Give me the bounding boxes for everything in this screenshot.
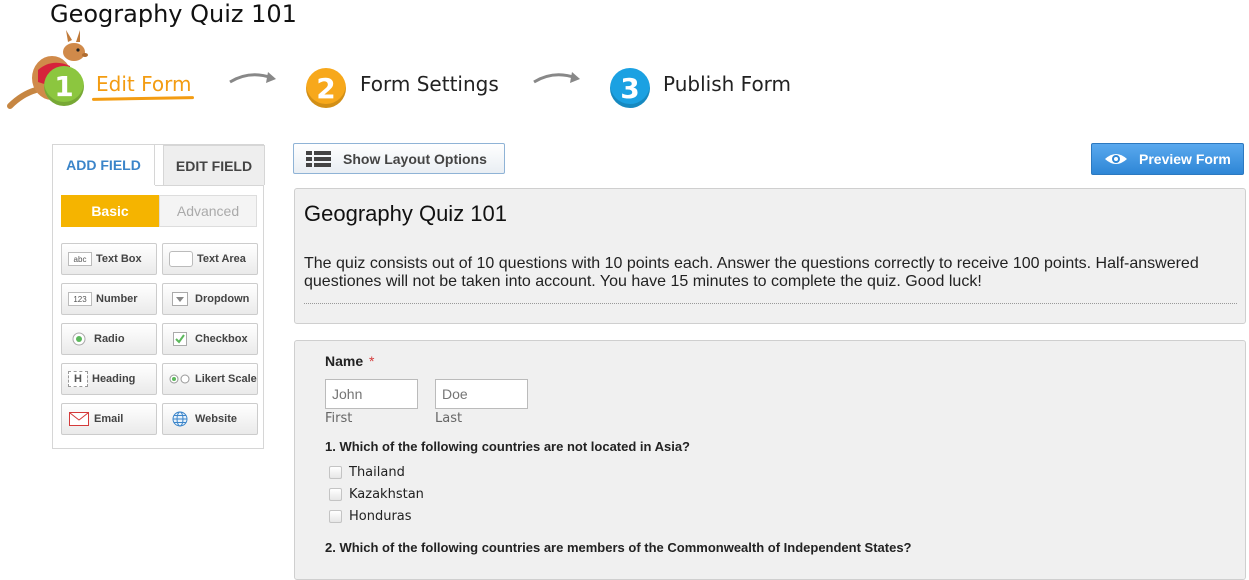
field-website-button[interactable]: Website: [162, 403, 258, 435]
field-checkbox-button[interactable]: Checkbox: [162, 323, 258, 355]
checkbox-icon: [169, 331, 191, 347]
tab-edit-field[interactable]: EDIT FIELD: [163, 145, 265, 185]
field-label: Website: [195, 413, 237, 425]
preview-form-button[interactable]: Preview Form: [1091, 143, 1244, 175]
arrow-right-icon: [532, 68, 582, 88]
question-1-option[interactable]: Kazakhstan: [329, 487, 424, 502]
step-edit-form[interactable]: Edit Form: [96, 72, 191, 96]
tab-add-field[interactable]: ADD FIELD: [53, 145, 155, 185]
field-label: Number: [96, 293, 138, 305]
field-panel: ADD FIELD EDIT FIELD Basic Advanced abc …: [52, 144, 265, 449]
step-form-settings[interactable]: Form Settings: [360, 72, 499, 96]
show-layout-options-button[interactable]: Show Layout Options: [293, 143, 505, 174]
checkbox[interactable]: [329, 466, 342, 479]
field-label: Heading: [92, 373, 136, 385]
checkbox[interactable]: [329, 510, 342, 523]
email-icon: [68, 411, 90, 427]
question-1-text: 1. Which of the following countries are …: [325, 439, 690, 454]
text-box-icon: abc: [68, 252, 92, 266]
option-label: Thailand: [349, 465, 405, 480]
step-1-badge[interactable]: 1: [44, 66, 84, 106]
arrow-right-icon: [228, 68, 278, 88]
form-description: The quiz consists out of 10 questions wi…: [304, 255, 1199, 290]
first-sublabel: First: [325, 411, 353, 426]
field-dropdown-button[interactable]: Dropdown: [162, 283, 258, 315]
question-2-text: 2. Which of the following countries are …: [325, 540, 912, 555]
number-icon: 123: [68, 292, 92, 306]
form-header-block[interactable]: Geography Quiz 101 The quiz consists out…: [294, 188, 1246, 324]
questions-block: Name * First Last 1. Which of the follow…: [294, 340, 1246, 580]
radio-icon: [68, 331, 90, 347]
globe-icon: [169, 411, 191, 427]
preview-button-label: Preview Form: [1139, 151, 1231, 167]
field-text-area-button[interactable]: Text Area: [162, 243, 258, 275]
heading-icon: H: [68, 371, 88, 387]
field-number-button[interactable]: 123 Number: [61, 283, 157, 315]
description-divider: [304, 303, 1237, 304]
field-radio-button[interactable]: Radio: [61, 323, 157, 355]
field-label: Radio: [94, 333, 125, 345]
field-text-box-button[interactable]: abc Text Box: [61, 243, 157, 275]
form-title: Geography Quiz 101: [304, 201, 508, 226]
required-mark: *: [369, 353, 375, 369]
question-1-option[interactable]: Thailand: [329, 465, 405, 480]
field-likert-scale-button[interactable]: Likert Scale: [162, 363, 258, 395]
segment-advanced[interactable]: Advanced: [159, 195, 257, 227]
name-field-label: Name *: [325, 353, 375, 369]
field-label: Email: [94, 413, 124, 425]
last-sublabel: Last: [435, 411, 463, 426]
likert-icon: [169, 371, 191, 387]
field-label: Text Area: [197, 253, 246, 265]
checkbox[interactable]: [329, 488, 342, 501]
first-name-input[interactable]: [325, 379, 418, 409]
field-heading-button[interactable]: H Heading: [61, 363, 157, 395]
layout-button-label: Show Layout Options: [343, 150, 487, 167]
option-label: Kazakhstan: [349, 487, 424, 502]
field-email-button[interactable]: Email: [61, 403, 157, 435]
tab-divider: [155, 185, 263, 186]
dropdown-icon: [169, 291, 191, 307]
text-area-icon: [169, 251, 193, 267]
field-label: Dropdown: [195, 293, 250, 305]
last-name-input[interactable]: [435, 379, 528, 409]
page-title: Geography Quiz 101: [50, 0, 297, 28]
step-publish-form[interactable]: Publish Form: [663, 72, 791, 96]
segment-basic[interactable]: Basic: [61, 195, 159, 227]
step-active-underline: [91, 96, 195, 101]
step-2-badge[interactable]: 2: [306, 68, 346, 108]
option-label: Honduras: [349, 509, 412, 524]
field-label: Likert Scale: [195, 373, 257, 385]
field-label: Checkbox: [195, 333, 248, 345]
step-3-badge[interactable]: 3: [610, 68, 650, 108]
field-label: Text Box: [96, 253, 142, 265]
question-1-option[interactable]: Honduras: [329, 509, 412, 524]
eye-icon: [1104, 151, 1128, 167]
layout-icon: [306, 150, 331, 167]
